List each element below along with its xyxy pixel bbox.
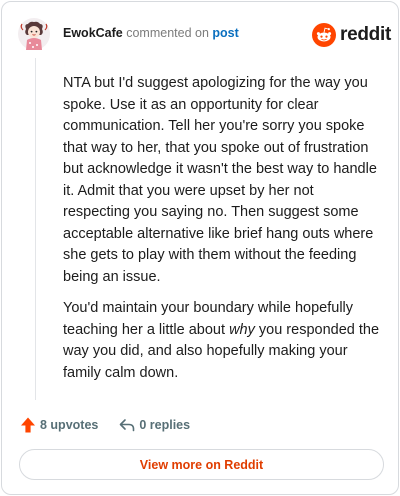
view-more-button[interactable]: View more on Reddit: [19, 449, 384, 480]
comment-embed-card: EwokCafe commented on post reddit NTA bu…: [1, 1, 399, 495]
comment-header: EwokCafe commented on post: [63, 26, 239, 40]
post-link[interactable]: post: [212, 26, 238, 40]
upvote-count: 8 upvotes: [40, 418, 99, 432]
avatar-illustration-icon: [18, 18, 50, 50]
reddit-wordmark: reddit: [340, 24, 391, 45]
user-avatar[interactable]: [18, 18, 50, 50]
comment-emphasis: why: [229, 321, 255, 338]
upvote-button[interactable]: 8 upvotes: [19, 416, 98, 434]
commented-on-text: commented on: [126, 26, 209, 40]
username-link[interactable]: EwokCafe: [63, 26, 123, 40]
thread-line: [35, 58, 36, 400]
reddit-logo[interactable]: reddit: [312, 22, 391, 48]
reply-arrow-icon: [120, 419, 135, 432]
comment-paragraph-1: NTA but I'd suggest apologizing for the …: [63, 75, 377, 285]
reddit-snoo-icon: [312, 23, 336, 47]
comment-paragraph-2: You'd maintain your boundary while hopef…: [63, 298, 381, 384]
comment-body: NTA but I'd suggest apologizing for the …: [63, 73, 381, 394]
replies-button[interactable]: 0 replies: [118, 416, 190, 434]
comment-actions: 8 upvotes 0 replies: [19, 415, 190, 435]
replies-count: 0 replies: [139, 418, 191, 432]
arrow-up-icon: [21, 417, 35, 433]
